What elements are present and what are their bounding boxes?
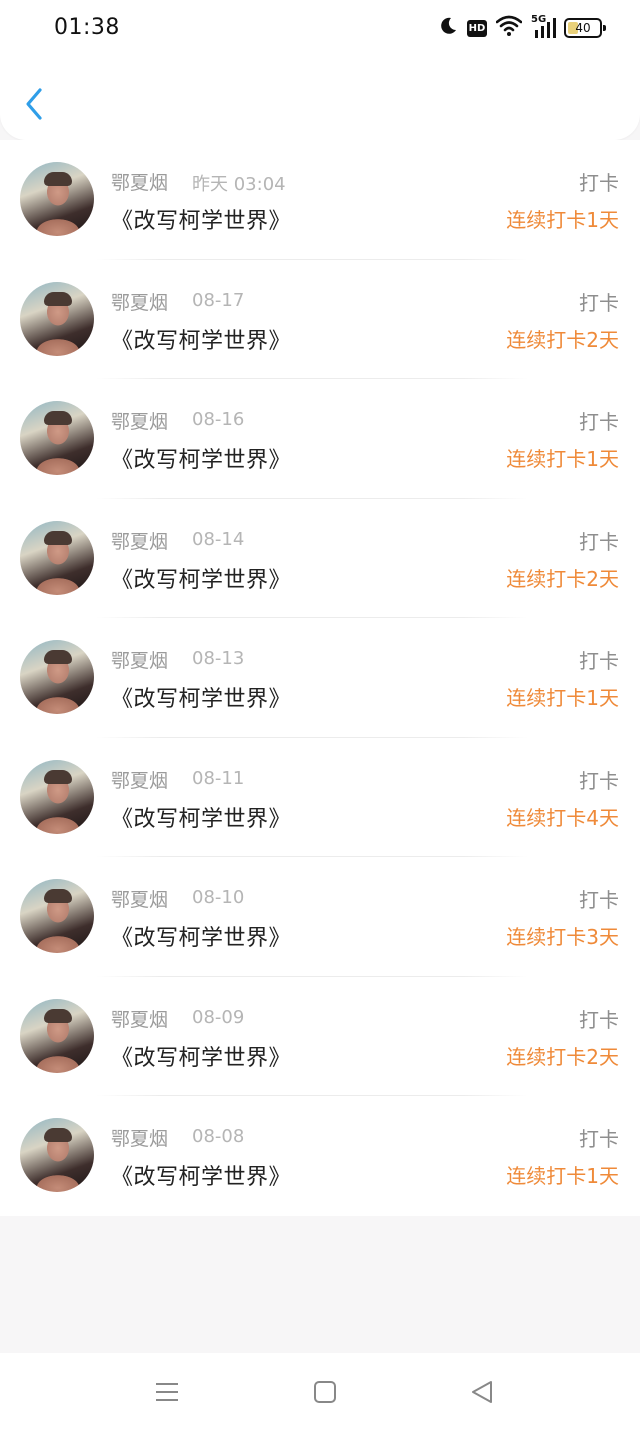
avatar[interactable] <box>20 162 94 236</box>
entry-type: 打卡 <box>579 410 619 434</box>
list-item[interactable]: 鄂夏烟 08-09 《改写柯学世界》 打卡 连续打卡2天 <box>0 977 640 1096</box>
entry-date: 08-09 <box>192 1006 245 1028</box>
list-item[interactable]: 鄂夏烟 08-13 《改写柯学世界》 打卡 连续打卡1天 <box>0 618 640 738</box>
book-title: 《改写柯学世界》 <box>111 1045 292 1071</box>
book-title: 《改写柯学世界》 <box>111 806 292 832</box>
user-name: 鄂夏烟 <box>111 1008 169 1031</box>
back-triangle-icon[interactable] <box>469 1379 495 1405</box>
list-item[interactable]: 鄂夏烟 08-17 《改写柯学世界》 打卡 连续打卡2天 <box>0 260 640 379</box>
cellular-signal-icon: 5G <box>531 14 556 40</box>
entry-type: 打卡 <box>579 529 619 554</box>
entry-date: 08-08 <box>192 1126 245 1147</box>
user-name: 鄂夏烟 <box>111 291 169 314</box>
avatar[interactable] <box>20 520 94 595</box>
entry-type: 打卡 <box>579 649 619 673</box>
book-title: 《改写柯学世界》 <box>111 1165 292 1190</box>
entry-date: 08-11 <box>192 767 245 789</box>
streak-label: 连续打卡1天 <box>506 1164 619 1188</box>
streak-label: 连续打卡2天 <box>506 566 619 591</box>
avatar-hair <box>44 769 72 784</box>
user-name: 鄂夏烟 <box>111 411 169 433</box>
status-icons: HD 5G 40 <box>438 14 606 42</box>
hd-badge: HD <box>467 19 487 37</box>
entry-type: 打卡 <box>579 888 619 912</box>
avatar[interactable] <box>20 759 94 834</box>
entry-date: 08-17 <box>192 289 245 311</box>
entry-type: 打卡 <box>579 1007 619 1032</box>
avatar-hair <box>44 1128 72 1142</box>
avatar[interactable] <box>20 998 94 1073</box>
entry-date: 08-14 <box>192 528 245 550</box>
user-name: 鄂夏烟 <box>111 172 169 194</box>
checkin-list: 鄂夏烟 昨天 03:04 《改写柯学世界》 打卡 连续打卡1天 鄂夏烟 08-1… <box>0 140 640 1216</box>
entry-type: 打卡 <box>579 1127 619 1151</box>
list-item[interactable]: 鄂夏烟 08-16 《改写柯学世界》 打卡 连续打卡1天 <box>0 379 640 499</box>
battery-percent: 40 <box>575 21 591 35</box>
streak-label: 连续打卡3天 <box>506 925 619 949</box>
streak-label: 连续打卡1天 <box>506 686 619 710</box>
battery-indicator: 40 <box>564 18 606 38</box>
entry-date: 昨天 03:04 <box>192 174 286 195</box>
streak-label: 连续打卡2天 <box>506 1044 619 1069</box>
avatar-hair <box>44 650 72 664</box>
avatar[interactable] <box>20 401 94 475</box>
user-name: 鄂夏烟 <box>111 1128 169 1150</box>
home-square-icon[interactable] <box>312 1379 338 1405</box>
header: 01:38 HD 5G 40 <box>0 0 640 140</box>
chevron-left-icon <box>26 88 42 120</box>
avatar[interactable] <box>20 879 94 953</box>
avatar[interactable] <box>20 640 94 714</box>
entry-date: 08-13 <box>192 648 245 669</box>
avatar-hair <box>44 889 72 903</box>
entry-type: 打卡 <box>579 171 619 195</box>
avatar-hair <box>44 172 72 186</box>
streak-label: 连续打卡2天 <box>506 327 619 352</box>
book-title: 《改写柯学世界》 <box>111 328 292 354</box>
book-title: 《改写柯学世界》 <box>111 687 292 712</box>
status-time: 01:38 <box>54 15 120 40</box>
system-navbar <box>0 1353 640 1433</box>
entry-type: 打卡 <box>579 290 619 315</box>
streak-label: 连续打卡1天 <box>506 447 619 471</box>
user-name: 鄂夏烟 <box>111 530 169 553</box>
list-item[interactable]: 鄂夏烟 昨天 03:04 《改写柯学世界》 打卡 连续打卡1天 <box>0 140 640 260</box>
avatar-hair <box>44 530 72 545</box>
wifi-icon <box>495 15 523 41</box>
entry-type: 打卡 <box>579 768 619 793</box>
book-title: 《改写柯学世界》 <box>111 448 292 473</box>
book-title: 《改写柯学世界》 <box>111 209 292 234</box>
list-item[interactable]: 鄂夏烟 08-11 《改写柯学世界》 打卡 连续打卡4天 <box>0 738 640 857</box>
entry-date: 08-16 <box>192 409 245 430</box>
avatar[interactable] <box>20 1118 94 1192</box>
avatar-hair <box>44 411 72 425</box>
user-name: 鄂夏烟 <box>111 889 169 911</box>
list-item[interactable]: 鄂夏烟 08-10 《改写柯学世界》 打卡 连续打卡3天 <box>0 857 640 977</box>
list-item[interactable]: 鄂夏烟 08-14 《改写柯学世界》 打卡 连续打卡2天 <box>0 499 640 618</box>
screen: 01:38 HD 5G 40 鄂夏烟 昨天 03:04 《改写柯学世界》 打卡 … <box>0 0 640 1433</box>
entry-date: 08-10 <box>192 887 245 908</box>
avatar[interactable] <box>20 281 94 356</box>
book-title: 《改写柯学世界》 <box>111 567 292 593</box>
book-title: 《改写柯学世界》 <box>111 926 292 951</box>
list-item[interactable]: 鄂夏烟 08-08 《改写柯学世界》 打卡 连续打卡1天 <box>0 1096 640 1216</box>
streak-label: 连续打卡1天 <box>506 208 619 232</box>
user-name: 鄂夏烟 <box>111 650 169 672</box>
streak-label: 连续打卡4天 <box>506 805 619 830</box>
avatar-hair <box>44 1008 72 1023</box>
back-button[interactable] <box>18 84 50 124</box>
user-name: 鄂夏烟 <box>111 769 169 792</box>
moon-icon <box>438 16 458 40</box>
battery-nub <box>603 25 606 31</box>
avatar-hair <box>44 291 72 306</box>
menu-icon[interactable] <box>154 1379 180 1405</box>
